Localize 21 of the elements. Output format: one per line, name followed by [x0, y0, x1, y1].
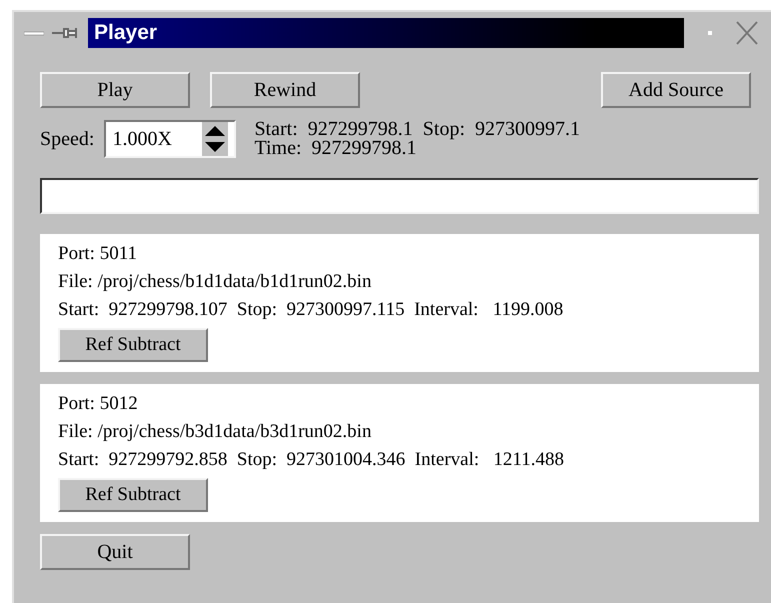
time-text: Time: 927299798.1: [254, 139, 418, 158]
ref-subtract-button[interactable]: Ref Subtract: [58, 328, 208, 362]
minimize-icon[interactable]: [24, 30, 44, 36]
speed-spinbox[interactable]: 1.000X: [104, 120, 236, 158]
input-field[interactable]: [40, 178, 759, 214]
speed-label: Speed:: [40, 128, 94, 150]
port-text: Port: 5012: [58, 392, 139, 416]
file-text: File: /proj/chess/b3d1data/b3d1run02.bin: [58, 420, 372, 444]
interval-text: Start: 927299792.858 Stop: 927301004.346 Interval: 1211.488: [58, 448, 565, 472]
ref-subtract-button[interactable]: Ref Subtract: [58, 478, 208, 512]
spin-arrows-icon[interactable]: [202, 122, 228, 156]
quit-button[interactable]: Quit: [40, 534, 190, 570]
toolbar-button[interactable]: Rewind: [210, 72, 360, 108]
toolbar-button[interactable]: Play: [40, 72, 190, 108]
pin-icon[interactable]: [52, 26, 80, 40]
window-title: Player: [88, 18, 684, 48]
port-text: Port: 5011: [58, 242, 138, 266]
start-stop-text: Start: 927299798.1 Stop: 927300997.1: [254, 120, 580, 139]
interval-text: Start: 927299798.107 Stop: 927300997.115 Interval: 1199.008: [58, 298, 564, 322]
file-text: File: /proj/chess/b1d1data/b1d1run02.bin: [58, 270, 372, 294]
toolbar-button[interactable]: Add Source: [601, 72, 751, 108]
